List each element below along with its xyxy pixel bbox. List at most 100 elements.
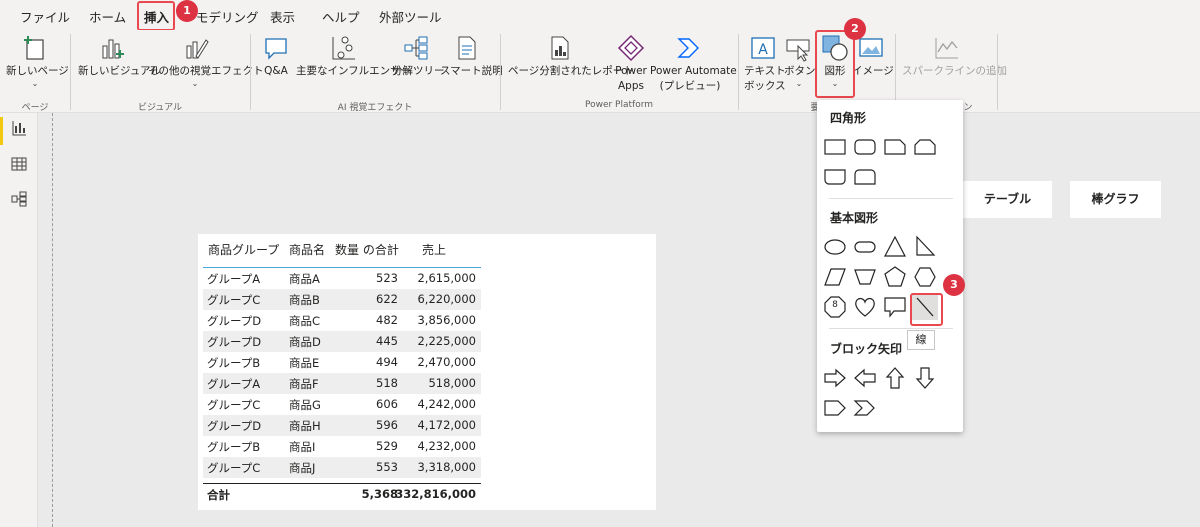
table-row: グループA 商品A 523 2,615,000 (207, 271, 476, 286)
section-block-arrows: ブロック矢印 (830, 342, 903, 356)
active-view-indicator (0, 117, 3, 145)
pentagon-shape[interactable] (882, 264, 908, 290)
snip-both-corners-rectangle-shape[interactable] (912, 134, 938, 160)
image-button[interactable]: イメージ (852, 34, 894, 79)
qa-button[interactable]: Q&A (258, 34, 294, 79)
svg-text:A: A (758, 42, 768, 58)
octagon-shape[interactable]: 8 (822, 294, 848, 320)
chevron-shape[interactable] (852, 395, 878, 421)
page-boundary (52, 113, 53, 527)
tab-home[interactable]: ホーム (89, 7, 126, 26)
table-row: グループD 商品H 596 4,172,000 (203, 415, 481, 436)
report-view-icon[interactable] (11, 120, 27, 136)
key-influencers-icon (332, 36, 355, 60)
column-header[interactable]: 売上 (422, 241, 446, 258)
column-header[interactable]: 商品グループ (208, 241, 279, 258)
snip-corner-rectangle-shape[interactable] (882, 134, 908, 160)
button-cursor-icon (786, 39, 810, 62)
table-row: グループC 商品J 553 3,318,000 (203, 457, 481, 478)
table-header-row: 商品グループ 商品名 数量 の合計 売上 (198, 234, 498, 268)
paginated-report-button[interactable]: ページ分割されたレポート (508, 34, 634, 79)
new-page-icon (24, 36, 44, 60)
triangle-shape[interactable] (882, 234, 908, 260)
rounded-rectangle-shape[interactable] (852, 134, 878, 160)
new-page-button[interactable]: 新しいページ ⌄ (6, 34, 69, 89)
table-row: グループA 商品F 518 518,000 (203, 373, 481, 394)
data-view-icon[interactable] (11, 156, 27, 172)
table-row: グループB 商品E 494 2,470,000 (207, 355, 476, 370)
tab-external-tools[interactable]: 外部ツール (379, 7, 442, 26)
sparkline-icon (935, 38, 958, 59)
decomposition-tree-icon (404, 36, 428, 60)
round-bottom-rectangle-shape[interactable] (822, 164, 848, 190)
section-basic-shapes: 基本図形 (830, 211, 879, 225)
highlight-shapes-button (815, 30, 855, 98)
more-visuals-button[interactable]: その他の視覚エフェクト ⌄ (148, 34, 264, 89)
view-sidebar (0, 113, 38, 527)
step-badge-2: 2 (844, 18, 866, 40)
trapezoid-shape[interactable] (852, 264, 878, 290)
power-apps-button[interactable]: Power Apps (614, 34, 648, 94)
smart-narrative-button[interactable]: スマート説明 (440, 34, 503, 79)
table-label-card[interactable]: テーブル (963, 181, 1052, 218)
group-label-power-platform: Power Platform (584, 100, 654, 110)
divider (250, 34, 251, 110)
callout-shape[interactable] (882, 294, 908, 320)
right-triangle-shape[interactable] (912, 234, 938, 260)
table-visual[interactable]: 商品グループ 商品名 数量 の合計 売上 グループA 商品A 523 2,615,00… (198, 234, 656, 510)
divider (738, 34, 739, 110)
key-influencers-button[interactable]: 主要なインフルエンサー (296, 34, 411, 79)
power-apps-icon (617, 34, 645, 62)
text-box-icon: A (751, 37, 775, 59)
line-tooltip: 線 (907, 330, 935, 350)
buttons-button[interactable]: ボタン ⌄ (784, 34, 816, 89)
power-automate-icon (677, 38, 699, 58)
bar-chart-icon (102, 39, 124, 59)
left-arrow-shape[interactable] (852, 365, 878, 391)
oval-shape[interactable] (822, 234, 848, 260)
hexagon-shape[interactable] (912, 264, 938, 290)
pill-shape[interactable] (852, 234, 878, 260)
divider (70, 34, 71, 110)
decomposition-tree-button[interactable]: 分解ツリー (392, 34, 445, 79)
tab-modeling[interactable]: モデリング (196, 7, 259, 26)
rectangle-shape[interactable] (822, 134, 848, 160)
bar-chart-label-card[interactable]: 棒グラフ (1070, 181, 1161, 218)
right-arrow-shape[interactable] (822, 365, 848, 391)
table-row: グループB 商品I 529 4,232,000 (207, 439, 476, 454)
model-view-icon[interactable] (11, 191, 27, 207)
up-arrow-shape[interactable] (882, 365, 908, 391)
tab-help[interactable]: ヘルプ (322, 7, 360, 26)
divider (997, 34, 998, 110)
table-row: グループD 商品C 482 3,856,000 (207, 313, 476, 328)
highlight-insert-tab (137, 1, 175, 31)
table-total-row: 合計 5,368 332,816,000 (207, 487, 476, 502)
section-rectangles: 四角形 (830, 111, 867, 125)
shapes-dropdown: 四角形 基本図形 8 ブロック矢印 (817, 100, 963, 432)
group-label-visuals: ビジュアル (137, 103, 183, 113)
visual-brush-icon (186, 39, 209, 59)
power-automate-button[interactable]: Power Automate (プレビュー) (650, 34, 737, 94)
round-top-rectangle-shape[interactable] (852, 164, 878, 190)
step-badge-1: 1 (176, 0, 198, 22)
octagon-label: 8 (832, 300, 838, 310)
column-header[interactable]: 数量 の合計 (335, 241, 399, 258)
tab-file[interactable]: ファイル (20, 7, 70, 26)
image-icon (859, 38, 883, 57)
table-row: グループC 商品B 622 6,220,000 (203, 289, 481, 310)
chevron-down-icon: ⌄ (191, 79, 199, 88)
pentagon-arrow-shape[interactable] (822, 395, 848, 421)
parallelogram-shape[interactable] (822, 264, 848, 290)
text-box-button[interactable]: A テキスト ボックス (744, 34, 786, 94)
add-sparkline-button[interactable]: スパークラインの追加 (902, 34, 1007, 79)
new-visual-button[interactable]: 新しいビジュアル (78, 34, 161, 79)
tab-view[interactable]: 表示 (270, 7, 295, 26)
heart-shape[interactable] (852, 294, 878, 320)
down-arrow-shape[interactable] (912, 365, 938, 391)
column-header[interactable]: 商品名 (289, 241, 325, 258)
group-label-pages: ページ (21, 103, 49, 113)
divider (829, 328, 953, 329)
divider (500, 34, 501, 110)
table-row: グループC 商品G 606 4,242,000 (207, 397, 476, 412)
divider (829, 198, 953, 199)
